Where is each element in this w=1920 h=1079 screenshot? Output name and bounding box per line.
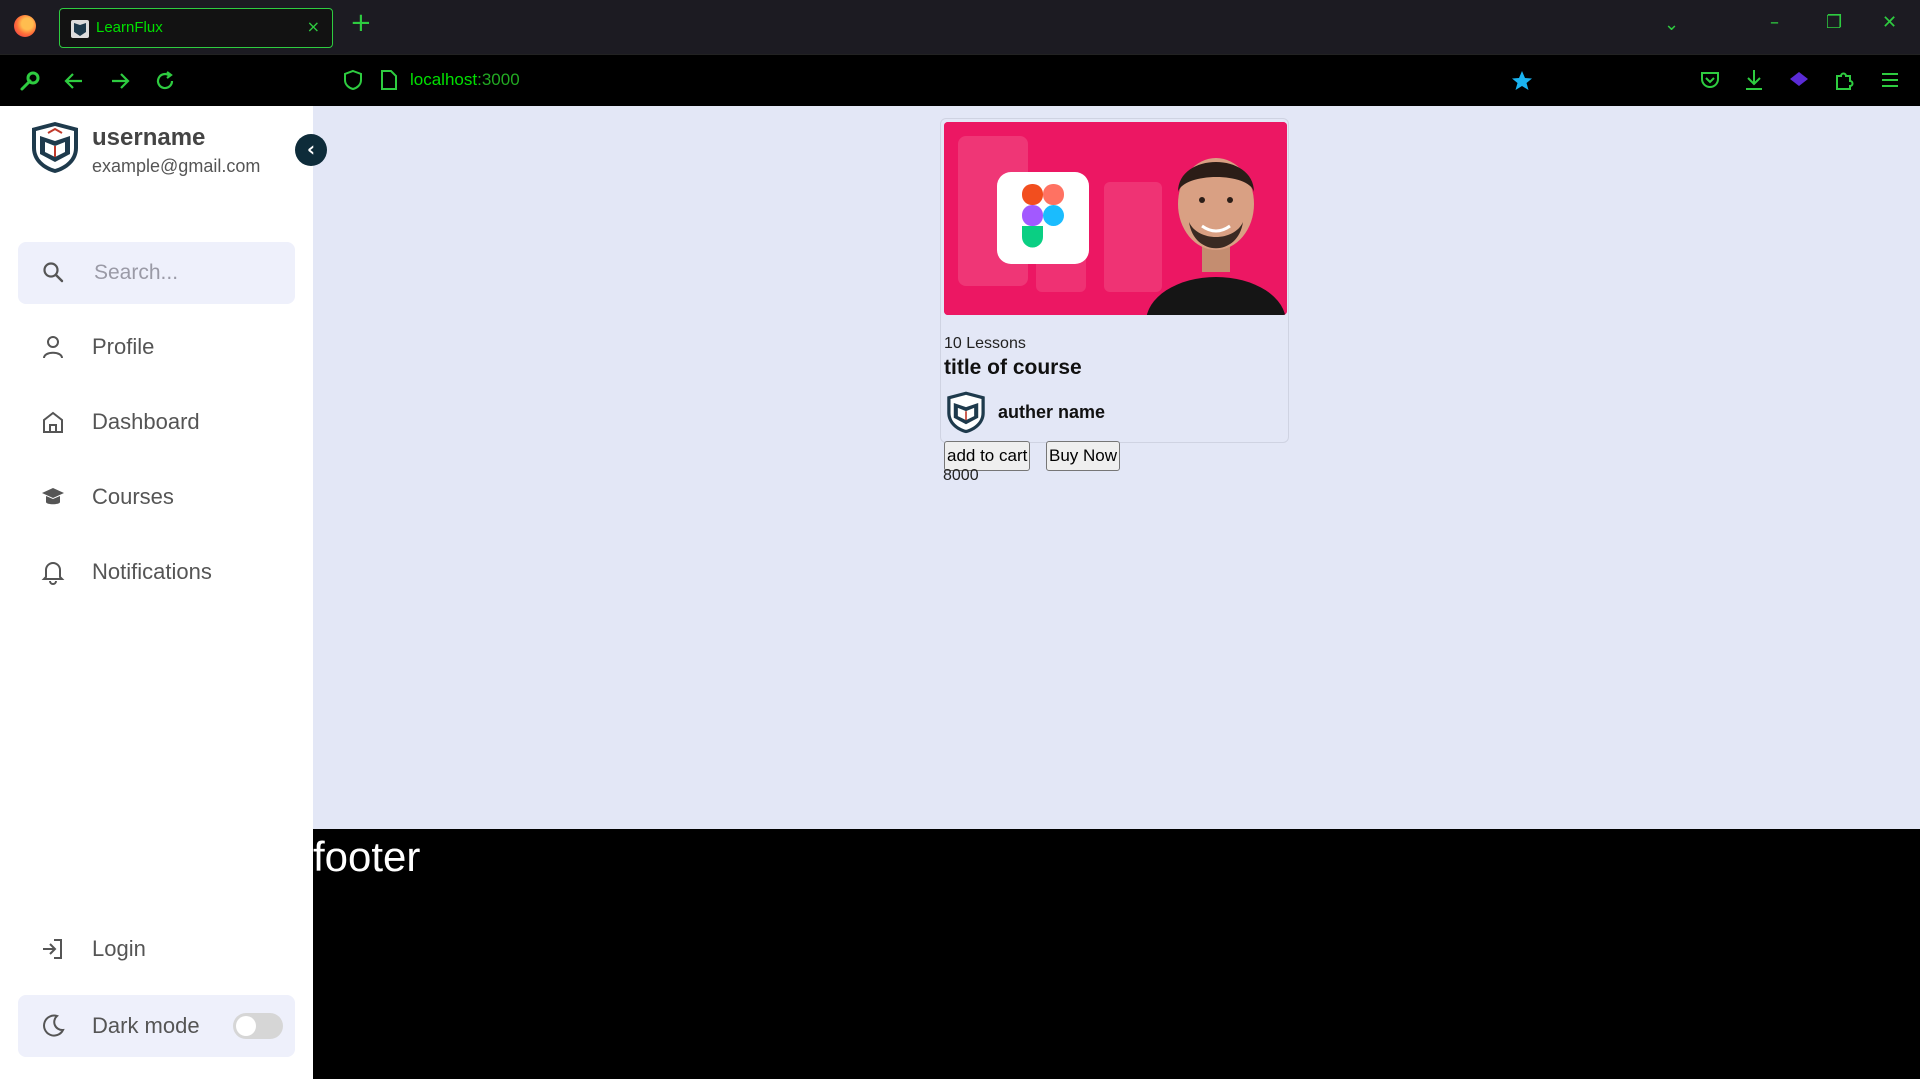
search-input[interactable] [92, 256, 286, 290]
sidebar-collapse-button[interactable]: ‹ [295, 134, 327, 166]
toggle-knob [236, 1016, 256, 1036]
tab-title: LearnFlux [96, 19, 163, 36]
tab-list-chevron-icon[interactable]: ⌄ [1664, 14, 1679, 35]
url-port: :3000 [477, 70, 520, 89]
sidebar-item-label: Profile [92, 334, 155, 359]
sidebar-item-login[interactable]: Login [18, 922, 295, 978]
url-text[interactable]: localhost:3000 [410, 70, 520, 90]
hamburger-menu-icon[interactable] [1879, 69, 1901, 91]
learnflux-favicon-icon [71, 20, 89, 38]
dark-mode-row: Dark mode [18, 995, 295, 1057]
moon-icon [43, 1014, 65, 1037]
search-box[interactable] [18, 242, 295, 304]
author-avatar [947, 391, 985, 434]
sidebar-item-courses[interactable]: Courses [18, 470, 295, 526]
shield-icon[interactable] [343, 69, 363, 91]
author-name: auther name [998, 402, 1106, 422]
close-window-icon[interactable]: ✕ [1882, 12, 1897, 33]
url-bar[interactable]: localhost:3000 [340, 55, 1532, 107]
sidebar-item-dashboard[interactable]: Dashboard [18, 395, 295, 451]
tab-close-icon[interactable]: × [307, 17, 320, 36]
user-icon [43, 336, 63, 359]
sidebar-username: username [92, 124, 206, 151]
browser-nav-bar: localhost:3000 [0, 54, 1920, 107]
home-icon [43, 411, 63, 433]
learnflux-logo [32, 122, 78, 173]
footer-text: footer [313, 833, 421, 880]
sidebar-item-notifications[interactable]: Notifications [18, 545, 295, 601]
sidebar-item-label: Courses [92, 484, 174, 509]
restore-icon[interactable]: ❐ [1826, 12, 1842, 33]
dark-mode-toggle[interactable] [233, 1013, 283, 1039]
course-card[interactable]: 10 Lessons title of course auther name a… [940, 118, 1289, 471]
minimize-icon[interactable]: – [1770, 12, 1779, 33]
course-price: 8000 [943, 467, 979, 484]
reload-icon[interactable] [153, 69, 177, 93]
browser-tab-bar: LearnFlux × + ⌄ – ❐ ✕ [0, 0, 1920, 54]
bookmark-star-icon[interactable] [1510, 69, 1534, 93]
sidebar-item-label: Dashboard [92, 409, 200, 434]
login-icon [43, 939, 62, 959]
extension-purple-icon[interactable] [1788, 69, 1810, 91]
wrench-icon[interactable] [18, 69, 42, 93]
new-tab-button[interactable]: + [350, 10, 372, 36]
login-label: Login [92, 936, 146, 961]
page-icon[interactable] [380, 69, 398, 91]
sidebar-item-profile[interactable]: Profile [18, 320, 295, 376]
url-host: localhost [410, 70, 478, 89]
graduation-cap-icon [42, 488, 64, 505]
dark-mode-label: Dark mode [92, 1013, 200, 1038]
main-content: 10 Lessons title of course auther name a… [313, 106, 1920, 829]
sidebar-email: example@gmail.com [92, 156, 261, 176]
course-thumbnail[interactable] [944, 122, 1287, 315]
extensions-puzzle-icon[interactable] [1833, 68, 1855, 92]
lesson-count: 10 Lessons [944, 335, 1026, 352]
sidebar-item-label: Notifications [92, 559, 212, 584]
forward-arrow-icon[interactable] [108, 69, 132, 93]
sidebar: username example@gmail.com ‹ Profile Das… [0, 106, 327, 1079]
bell-icon [41, 562, 65, 585]
course-title[interactable]: title of course [944, 356, 1082, 380]
pocket-icon[interactable] [1699, 69, 1721, 91]
buy-now-button[interactable]: Buy Now [1046, 441, 1121, 471]
download-icon[interactable] [1743, 68, 1765, 92]
search-icon [43, 262, 64, 283]
course-thumbnail-image [944, 122, 1287, 315]
footer: footer [313, 829, 1920, 1079]
firefox-icon[interactable] [14, 15, 36, 37]
back-arrow-icon[interactable] [62, 69, 86, 93]
browser-tab[interactable]: LearnFlux × [59, 8, 333, 48]
